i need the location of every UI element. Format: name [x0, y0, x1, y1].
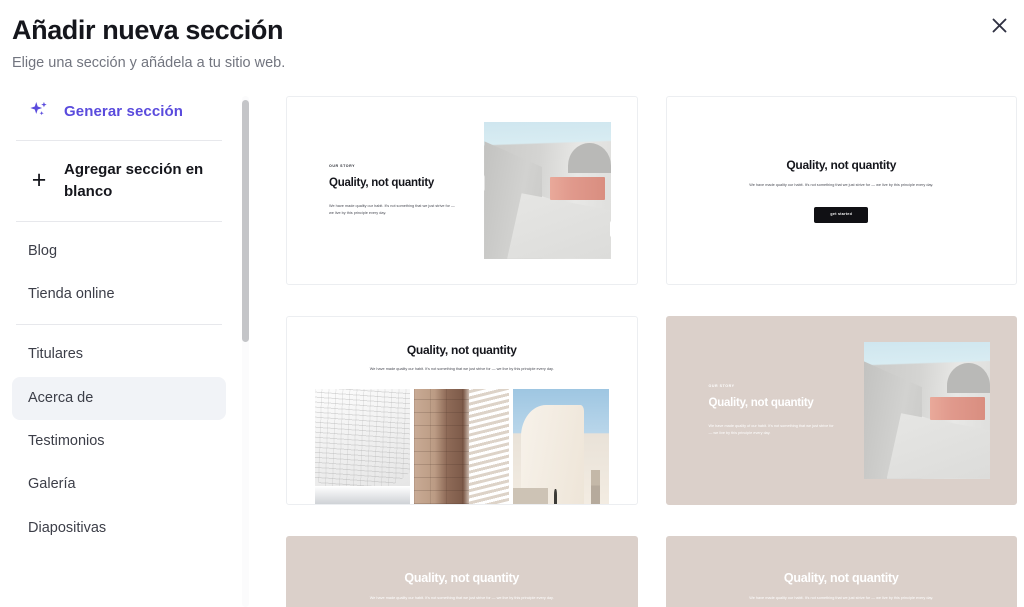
image-detail-dome [567, 142, 611, 173]
template-image-row [315, 389, 609, 504]
scrollbar-rail [240, 90, 250, 607]
sidebar-item-blank-section[interactable]: + Agregar sección en blanco [12, 149, 226, 213]
image-detail-dome [947, 362, 990, 393]
template-body: We have made quality our habit. It's not… [369, 367, 554, 372]
sidebar-item-diapositivas[interactable]: Diapositivas [12, 507, 226, 550]
template-body: We have made quality our habit. It's not… [749, 596, 934, 600]
sidebar-item-galeria[interactable]: Galería [12, 463, 226, 506]
sidebar-item-tienda-online[interactable]: Tienda online [12, 273, 226, 316]
sidebar-item-blank-label: Agregar sección en blanco [64, 161, 204, 200]
scrollbar-thumb[interactable] [241, 100, 249, 342]
sidebar-item-blog[interactable]: Blog [12, 230, 226, 273]
template-heading: Quality, not quantity [404, 571, 520, 585]
template-card[interactable]: Quality, not quantity We have made quali… [286, 536, 638, 607]
template-body: We have made quality our habit. It's not… [369, 596, 554, 600]
add-section-modal: Añadir nueva sección Elige una sección y… [0, 0, 1024, 607]
template-card[interactable]: Quality, not quantity We have made quali… [286, 316, 638, 505]
sparkles-icon [30, 101, 47, 116]
close-icon [992, 18, 1006, 32]
plus-icon: + [31, 166, 47, 195]
template-body: We have made quality our habit. It's not… [329, 204, 455, 216]
modal-header: Añadir nueva sección Elige una sección y… [0, 0, 1024, 90]
image-detail-person [554, 489, 558, 504]
template-heading: Quality, not quantity [708, 396, 814, 409]
template-gallery: OUR STORY Quality, not quantity We have … [250, 90, 1024, 607]
template-eyebrow: OUR STORY [329, 163, 356, 168]
sidebar-item-acerca-de[interactable]: Acerca de [12, 376, 226, 421]
scrollbar-track[interactable] [241, 96, 249, 607]
sidebar-item-titulares[interactable]: Titulares [12, 333, 226, 376]
modal-body: Generar sección + Agregar sección en bla… [0, 90, 1024, 607]
sidebar-divider-top [16, 140, 222, 141]
page-subtitle: Elige una sección y añádela a tu sitio w… [12, 55, 286, 72]
template-heading: Quality, not quantity [329, 176, 435, 189]
close-button[interactable] [982, 8, 1016, 42]
template-card[interactable]: OUR STORY Quality, not quantity We have … [286, 96, 638, 285]
image-detail-ramp [507, 193, 611, 259]
sidebar-item-generate-section[interactable]: Generar sección [12, 90, 226, 132]
template-body: We have made quality our habit. It's not… [749, 183, 934, 188]
template-heading: Quality, not quantity [406, 343, 517, 357]
template-eyebrow: OUR STORY [708, 383, 735, 388]
sidebar-divider-bottom [16, 324, 222, 326]
template-image-courtyard [484, 122, 611, 259]
template-image-building-sky [513, 389, 609, 504]
template-card[interactable]: Quality, not quantity We have made quali… [665, 536, 1017, 607]
template-image-ceiling [315, 389, 411, 504]
image-detail-tree [591, 469, 600, 504]
template-image-brick-column [414, 389, 510, 504]
sidebar: Generar sección + Agregar sección en bla… [0, 90, 240, 607]
template-heading: Quality, not quantity [786, 158, 897, 173]
page-title: Añadir nueva sección [12, 15, 284, 45]
sidebar-item-generate-label: Generar sección [64, 102, 184, 120]
template-cta-button[interactable]: get started [814, 207, 869, 223]
sidebar-divider-mid [16, 220, 222, 222]
template-card[interactable]: OUR STORY Quality, not quantity We have … [665, 316, 1017, 505]
template-card[interactable]: Quality, not quantity We have made quali… [665, 96, 1017, 285]
template-heading: Quality, not quantity [783, 571, 899, 585]
image-detail-ramp [886, 413, 990, 479]
template-body: We have made quality of our habit. It's … [708, 424, 834, 436]
sidebar-item-testimonios[interactable]: Testimonios [12, 420, 226, 463]
template-image-courtyard [863, 342, 990, 479]
